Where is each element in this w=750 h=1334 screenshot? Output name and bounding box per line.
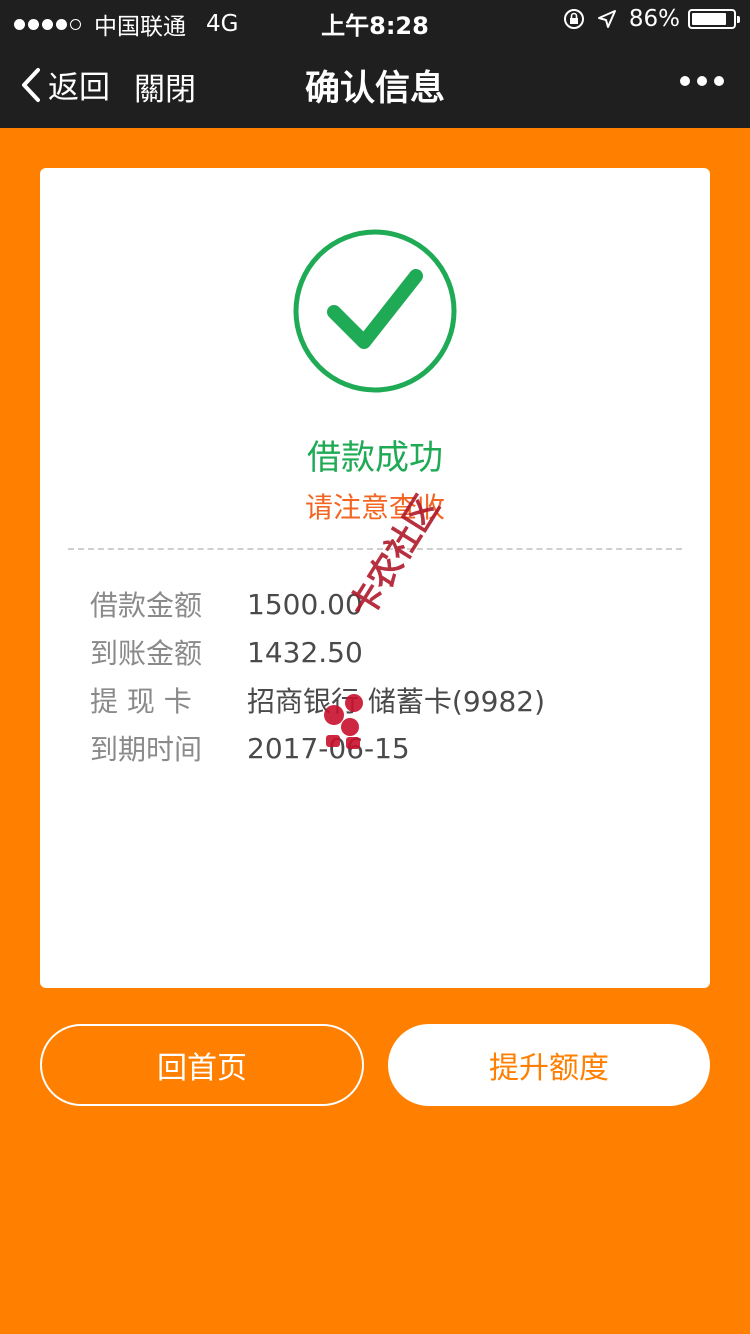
detail-row-loan-amount: 借款金额 1500.00 [90,580,545,628]
more-dot [680,76,690,86]
detail-label: 借款金额 [90,589,203,622]
battery-icon [688,9,740,29]
battery-fill [692,13,727,25]
detail-label: 提 现 卡 [90,685,192,718]
success-check-icon [293,229,457,393]
page-title: 确认信息 [304,69,445,109]
location-arrow-icon [597,10,616,28]
top-bar: 中国联通 4G 上午8:28 86% 返回 關閉 确认信息 [0,0,750,128]
detail-value: 2017-06-15 [247,731,410,765]
more-dot [714,76,724,86]
detail-value: 招商银行 储蓄卡(9982) [247,685,546,718]
detail-row-withdraw-card: 提 现 卡 招商银行 储蓄卡(9982) [90,676,545,724]
status-right: 86% [563,6,740,32]
detail-value: 1432.50 [247,635,363,669]
nav-bar: 返回 關閉 确认信息 [0,40,750,128]
more-dot [697,76,707,86]
more-options-button[interactable] [673,76,724,86]
upgrade-limit-button[interactable]: 提升额度 [388,1024,710,1106]
battery-percent: 86% [628,6,680,32]
home-button[interactable]: 回首页 [40,1024,364,1106]
detail-label: 到账金额 [90,637,203,670]
detail-label: 到期时间 [90,733,203,766]
rotation-lock-icon [563,9,584,29]
status-bar: 中国联通 4G 上午8:28 86% [0,0,750,40]
detail-row-received-amount: 到账金额 1432.50 [90,628,545,676]
success-title: 借款成功 [307,438,443,478]
success-subtitle: 请注意查收 [304,491,445,524]
loan-details: 借款金额 1500.00 到账金额 1432.50 提 现 卡 招商银行 储蓄卡… [90,580,545,772]
detail-row-due-date: 到期时间 2017-06-15 [90,724,545,772]
